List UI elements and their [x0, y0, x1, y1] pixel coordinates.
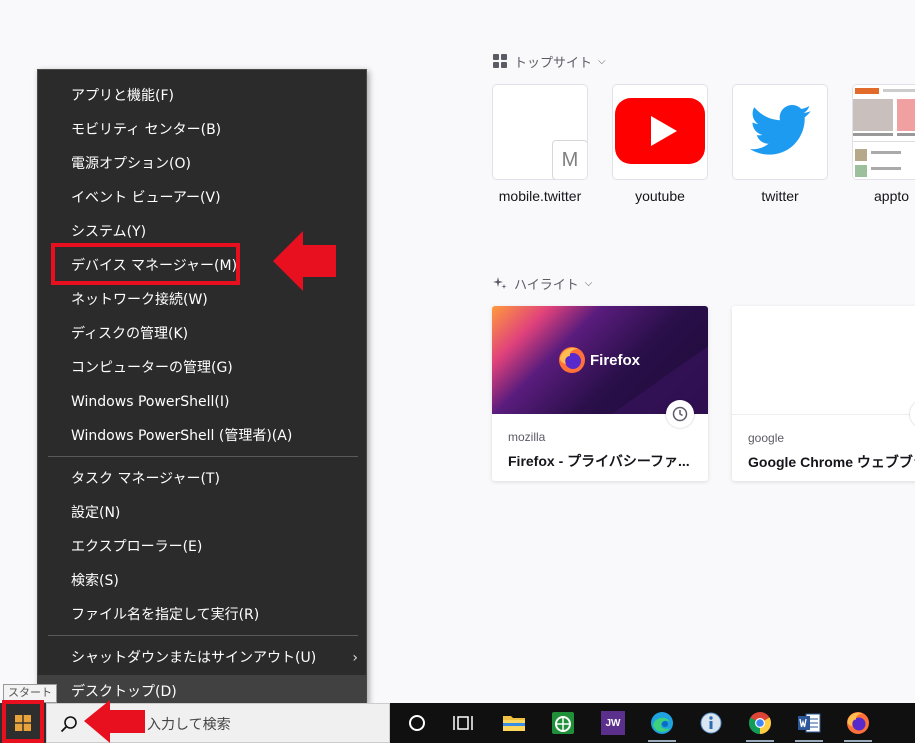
chevron-down-icon[interactable]: ⌵ [598, 56, 606, 67]
green-app-icon[interactable] [547, 707, 579, 739]
menu-item-disk-management[interactable]: ディスクの管理(K) [38, 317, 366, 351]
menu-item-power-options[interactable]: 電源オプション(O) [38, 147, 366, 181]
firefox-logo-icon [559, 347, 585, 373]
top-site-mobile-twitter[interactable]: M mobile.twitter [492, 84, 588, 204]
letter-fallback-icon: M [552, 140, 587, 179]
highlights-sparkle-icon [493, 276, 507, 290]
cortana-icon[interactable] [401, 707, 433, 739]
task-view-icon[interactable] [447, 707, 479, 739]
menu-item-powershell[interactable]: Windows PowerShell(I) [38, 385, 366, 419]
top-site-twitter[interactable]: twitter [732, 84, 828, 204]
top-site-youtube[interactable]: youtube [612, 84, 708, 204]
menu-item-event-viewer[interactable]: イベント ビューアー(V) [38, 181, 366, 215]
menu-item-shutdown-signout[interactable]: シャットダウンまたはサインアウト(U) › [38, 641, 366, 675]
edge-icon[interactable] [646, 707, 678, 742]
highlight-source: google [748, 431, 785, 445]
top-site-label: youtube [635, 188, 685, 204]
menu-item-powershell-admin[interactable]: Windows PowerShell (管理者)(A) [38, 419, 366, 453]
annotation-arrow-left-icon [84, 700, 145, 743]
highlight-card-mozilla[interactable]: Firefox mozilla Firefox - プライバシーファ... [492, 306, 708, 481]
menu-item-explorer[interactable]: エクスプローラー(E) [38, 530, 366, 564]
quick-link-menu: アプリと機能(F) モビリティ センター(B) 電源オプション(O) イベント … [37, 69, 367, 709]
highlight-title: Google Chrome ウェブブラ [748, 454, 915, 470]
menu-item-task-manager[interactable]: タスク マネージャー(T) [38, 462, 366, 496]
menu-item-computer-management[interactable]: コンピューターの管理(G) [38, 351, 366, 385]
annotation-highlight-box [51, 243, 240, 285]
menu-item-mobility-center[interactable]: モビリティ センター(B) [38, 113, 366, 147]
firefox-icon[interactable] [842, 707, 874, 742]
search-icon [60, 716, 77, 733]
top-sites-title: トップサイト [514, 55, 593, 71]
menu-item-settings[interactable]: 設定(N) [38, 496, 366, 530]
menu-item-apps-features[interactable]: アプリと機能(F) [38, 79, 366, 113]
chevron-down-icon[interactable]: ⌵ [585, 278, 593, 289]
info-app-icon[interactable] [695, 707, 727, 739]
site-preview-thumbnail [853, 85, 915, 179]
menu-item-run[interactable]: ファイル名を指定して実行(R) [38, 598, 366, 632]
highlight-title: Firefox - プライバシーファ... [508, 453, 690, 469]
twitter-bird-icon [749, 105, 811, 155]
chrome-icon[interactable] [744, 707, 776, 742]
file-explorer-icon[interactable] [498, 707, 530, 739]
firefox-brand-text: Firefox [590, 351, 641, 369]
chevron-right-icon: › [352, 650, 358, 666]
highlight-source: mozilla [508, 430, 546, 444]
top-site-label: mobile.twitter [498, 188, 582, 204]
youtube-logo-icon [615, 98, 705, 164]
menu-separator [48, 635, 358, 636]
menu-item-label: シャットダウンまたはサインアウト(U) [71, 650, 317, 666]
top-site-label: appto [874, 188, 910, 204]
top-site-label: twitter [761, 188, 799, 204]
highlight-thumbnail: Firefox [492, 306, 708, 428]
highlight-card-google[interactable]: google Google Chrome ウェブブラ [732, 306, 915, 481]
search-placeholder: 入力して検索 [147, 717, 231, 733]
annotation-highlight-box [2, 700, 44, 743]
jw-cad-icon[interactable]: JW [597, 707, 629, 739]
highlight-thumbnail [732, 306, 915, 428]
highlights-title: ハイライト [514, 277, 579, 293]
clock-icon [666, 400, 694, 428]
highlights-header[interactable]: ハイライト ⌵ [493, 275, 593, 293]
grid-icon [493, 54, 507, 68]
word-icon[interactable] [793, 707, 825, 742]
top-site-appto[interactable]: appto [852, 84, 915, 204]
annotation-arrow-left-icon [273, 231, 336, 291]
menu-item-search[interactable]: 検索(S) [38, 564, 366, 598]
menu-separator [48, 456, 358, 457]
clock-icon [910, 400, 915, 428]
top-sites-header[interactable]: トップサイト ⌵ [493, 53, 606, 71]
